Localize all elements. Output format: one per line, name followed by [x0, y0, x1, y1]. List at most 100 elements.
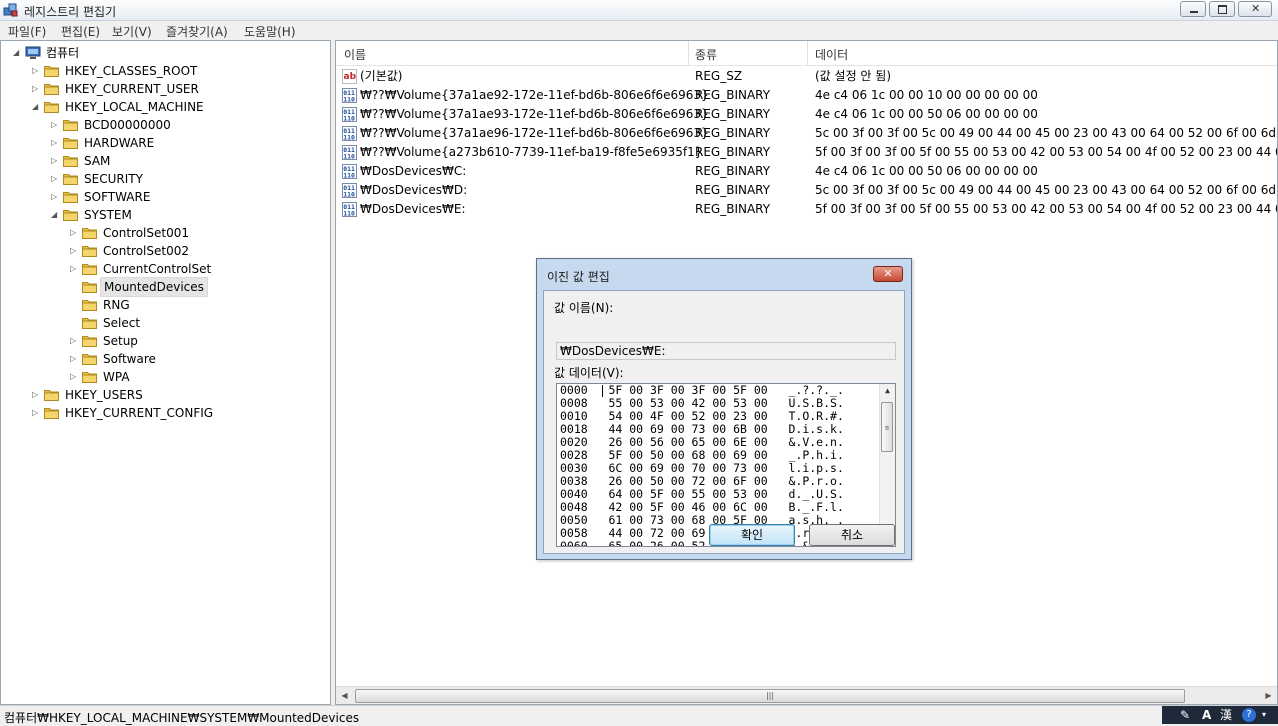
- tree-item-hkey-classes-root[interactable]: ▷ HKEY_CLASSES_ROOT: [1, 62, 330, 80]
- tree-item-label: HKEY_LOCAL_MACHINE: [65, 100, 204, 114]
- value-type: REG_BINARY: [695, 145, 771, 159]
- value-row[interactable]: 011 110 ₩??₩Volume{a273b610-7739-11ef-ba19…: [336, 143, 1277, 162]
- tree-item-rng[interactable]: RNG: [1, 296, 330, 314]
- menu-edit[interactable]: 편집(E): [61, 23, 100, 40]
- column-name[interactable]: 이름: [344, 46, 366, 63]
- key-tree[interactable]: ◢ 컴퓨터 ▷ HKEY_CLASSES_ROOT ▷ HKEY_CURRENT_USER…: [0, 40, 331, 705]
- ok-button[interactable]: 확인: [709, 524, 795, 546]
- ime-hanja[interactable]: 漢: [1220, 706, 1232, 724]
- column-data[interactable]: 데이터: [815, 46, 848, 63]
- expand-arrow-icon[interactable]: ▷: [32, 62, 40, 80]
- tree-item-system[interactable]: ◢ SYSTEM: [1, 206, 330, 224]
- value-row[interactable]: 011 110 ₩??₩Volume{37a1ae93-172e-11ef-bd6b…: [336, 105, 1277, 124]
- tree-item-controlset002[interactable]: ▷ ControlSet002: [1, 242, 330, 260]
- binary-value-icon: 011 110: [342, 126, 357, 142]
- value-row[interactable]: 011 110 ₩DosDevices₩D: REG_BINARY 5c 00 3f 0…: [336, 181, 1277, 200]
- vertical-scrollbar[interactable]: ▲ ≡ ▼: [879, 384, 895, 546]
- tree-item-software[interactable]: ▷ Software: [1, 350, 330, 368]
- binary-value-icon: 011 110: [342, 107, 357, 123]
- tree-item-label: SYSTEM: [84, 208, 132, 222]
- value-name: ₩??₩Volume{a273b610-7739-11ef-ba19-f8fe5…: [360, 145, 703, 159]
- value-row[interactable]: 011 110 ₩DosDevices₩C: REG_BINARY 4e c4 06 1…: [336, 162, 1277, 181]
- tree-item-label: 컴퓨터: [46, 46, 80, 60]
- column-divider[interactable]: [688, 41, 689, 65]
- minimize-button[interactable]: [1180, 1, 1206, 17]
- expand-arrow-icon[interactable]: ▷: [32, 404, 40, 422]
- scroll-thumb[interactable]: ≡: [881, 402, 893, 452]
- expand-arrow-icon[interactable]: ▷: [51, 170, 59, 188]
- ime-toolbar: ✎ A 漢 ? ▾: [1162, 706, 1278, 724]
- tree-item-hardware[interactable]: ▷ HARDWARE: [1, 134, 330, 152]
- tree-item-select[interactable]: Select: [1, 314, 330, 332]
- menu-help[interactable]: 도움말(H): [244, 23, 296, 40]
- value-row[interactable]: 011 110 ₩??₩Volume{37a1ae92-172e-11ef-bd6b…: [336, 86, 1277, 105]
- tree-item-label: Setup: [103, 334, 138, 348]
- restore-button[interactable]: [1209, 1, 1235, 17]
- hex-editor[interactable]: 0000 5F 00 3F 00 3F 00 5F 00 _.?.?._. 000…: [556, 383, 896, 547]
- folder-icon: [44, 406, 59, 419]
- expand-arrow-icon[interactable]: ▷: [70, 332, 78, 350]
- column-divider[interactable]: [807, 41, 808, 65]
- collapse-arrow-icon[interactable]: ◢: [32, 98, 40, 116]
- tree-item-currentcontrolset[interactable]: ▷ CurrentControlSet: [1, 260, 330, 278]
- expand-arrow-icon[interactable]: ▷: [51, 134, 59, 152]
- tree-item-label: Select: [103, 316, 141, 330]
- close-button[interactable]: ✕: [1238, 1, 1272, 17]
- ime-help-icon[interactable]: ?: [1242, 708, 1256, 722]
- tree-item-bcd00000000[interactable]: ▷ BCD00000000: [1, 116, 330, 134]
- value-type: REG_BINARY: [695, 164, 771, 178]
- binary-value-icon: 011 110: [342, 202, 357, 218]
- horizontal-scrollbar[interactable]: ◀ ||| ▶: [336, 686, 1277, 704]
- tree-item-controlset001[interactable]: ▷ ControlSet001: [1, 224, 330, 242]
- value-row[interactable]: 011 110 ₩??₩Volume{37a1ae96-172e-11ef-bd6b…: [336, 124, 1277, 143]
- expand-arrow-icon[interactable]: ▷: [32, 386, 40, 404]
- collapse-arrow-icon[interactable]: ◢: [51, 206, 59, 224]
- ime-pen-icon[interactable]: ✎: [1180, 706, 1190, 724]
- tree-root-computer[interactable]: ◢ 컴퓨터: [1, 44, 330, 62]
- expand-arrow-icon[interactable]: ▷: [70, 242, 78, 260]
- binary-value-icon: 011 110: [342, 183, 357, 199]
- tree-item-wpa[interactable]: ▷ WPA: [1, 368, 330, 386]
- expand-arrow-icon[interactable]: ▷: [70, 368, 78, 386]
- tree-item-hkey-current-config[interactable]: ▷ HKEY_CURRENT_CONFIG: [1, 404, 330, 422]
- tree-item-hkey-users[interactable]: ▷ HKEY_USERS: [1, 386, 330, 404]
- menu-file[interactable]: 파일(F): [8, 23, 46, 40]
- expand-arrow-icon[interactable]: ▷: [70, 350, 78, 368]
- scroll-right-icon[interactable]: ▶: [1260, 687, 1277, 704]
- scroll-left-icon[interactable]: ◀: [336, 687, 353, 704]
- ime-mode[interactable]: A: [1202, 706, 1211, 724]
- expand-arrow-icon[interactable]: ▷: [32, 80, 40, 98]
- svg-text:110: 110: [343, 96, 355, 104]
- value-row[interactable]: ab (기본값) REG_SZ (값 설정 안 됨): [336, 67, 1277, 86]
- tree-item-label: CurrentControlSet: [103, 262, 212, 276]
- cancel-button[interactable]: 취소: [809, 524, 895, 546]
- ime-options-icon[interactable]: ▾: [1262, 706, 1266, 724]
- menu-favorites[interactable]: 즐겨찾기(A): [166, 23, 228, 40]
- tree-item-setup[interactable]: ▷ Setup: [1, 332, 330, 350]
- scroll-thumb[interactable]: |||: [355, 689, 1185, 703]
- expand-arrow-icon[interactable]: ▷: [51, 116, 59, 134]
- tree-item-mounteddevices[interactable]: MountedDevices: [1, 277, 330, 297]
- tree-item-label: SAM: [84, 154, 111, 168]
- expand-arrow-icon[interactable]: ▷: [51, 188, 59, 206]
- close-icon: ✕: [883, 267, 893, 280]
- tree-item-security[interactable]: ▷ SECURITY: [1, 170, 330, 188]
- tree-item-label: WPA: [103, 370, 130, 384]
- menu-view[interactable]: 보기(V): [112, 23, 152, 40]
- tree-item-hkey-local-machine[interactable]: ◢ HKEY_LOCAL_MACHINE: [1, 98, 330, 116]
- collapse-arrow-icon[interactable]: ◢: [13, 44, 21, 62]
- tree-item-software[interactable]: ▷ SOFTWARE: [1, 188, 330, 206]
- close-icon: ✕: [1251, 2, 1261, 15]
- tree-item-hkey-current-user[interactable]: ▷ HKEY_CURRENT_USER: [1, 80, 330, 98]
- column-type[interactable]: 종류: [695, 46, 717, 63]
- expand-arrow-icon[interactable]: ▷: [70, 260, 78, 278]
- tree-item-label: SOFTWARE: [84, 190, 151, 204]
- expand-arrow-icon[interactable]: ▷: [70, 224, 78, 242]
- scroll-up-icon[interactable]: ▲: [880, 384, 895, 398]
- value-row[interactable]: 011 110 ₩DosDevices₩E: REG_BINARY 5f 00 3f 0…: [336, 200, 1277, 219]
- text-caret: [602, 385, 603, 397]
- tree-item-sam[interactable]: ▷ SAM: [1, 152, 330, 170]
- expand-arrow-icon[interactable]: ▷: [51, 152, 59, 170]
- hex-rows[interactable]: 0000 5F 00 3F 00 3F 00 5F 00 _.?.?._. 000…: [560, 384, 880, 546]
- dialog-close-button[interactable]: ✕: [873, 266, 903, 282]
